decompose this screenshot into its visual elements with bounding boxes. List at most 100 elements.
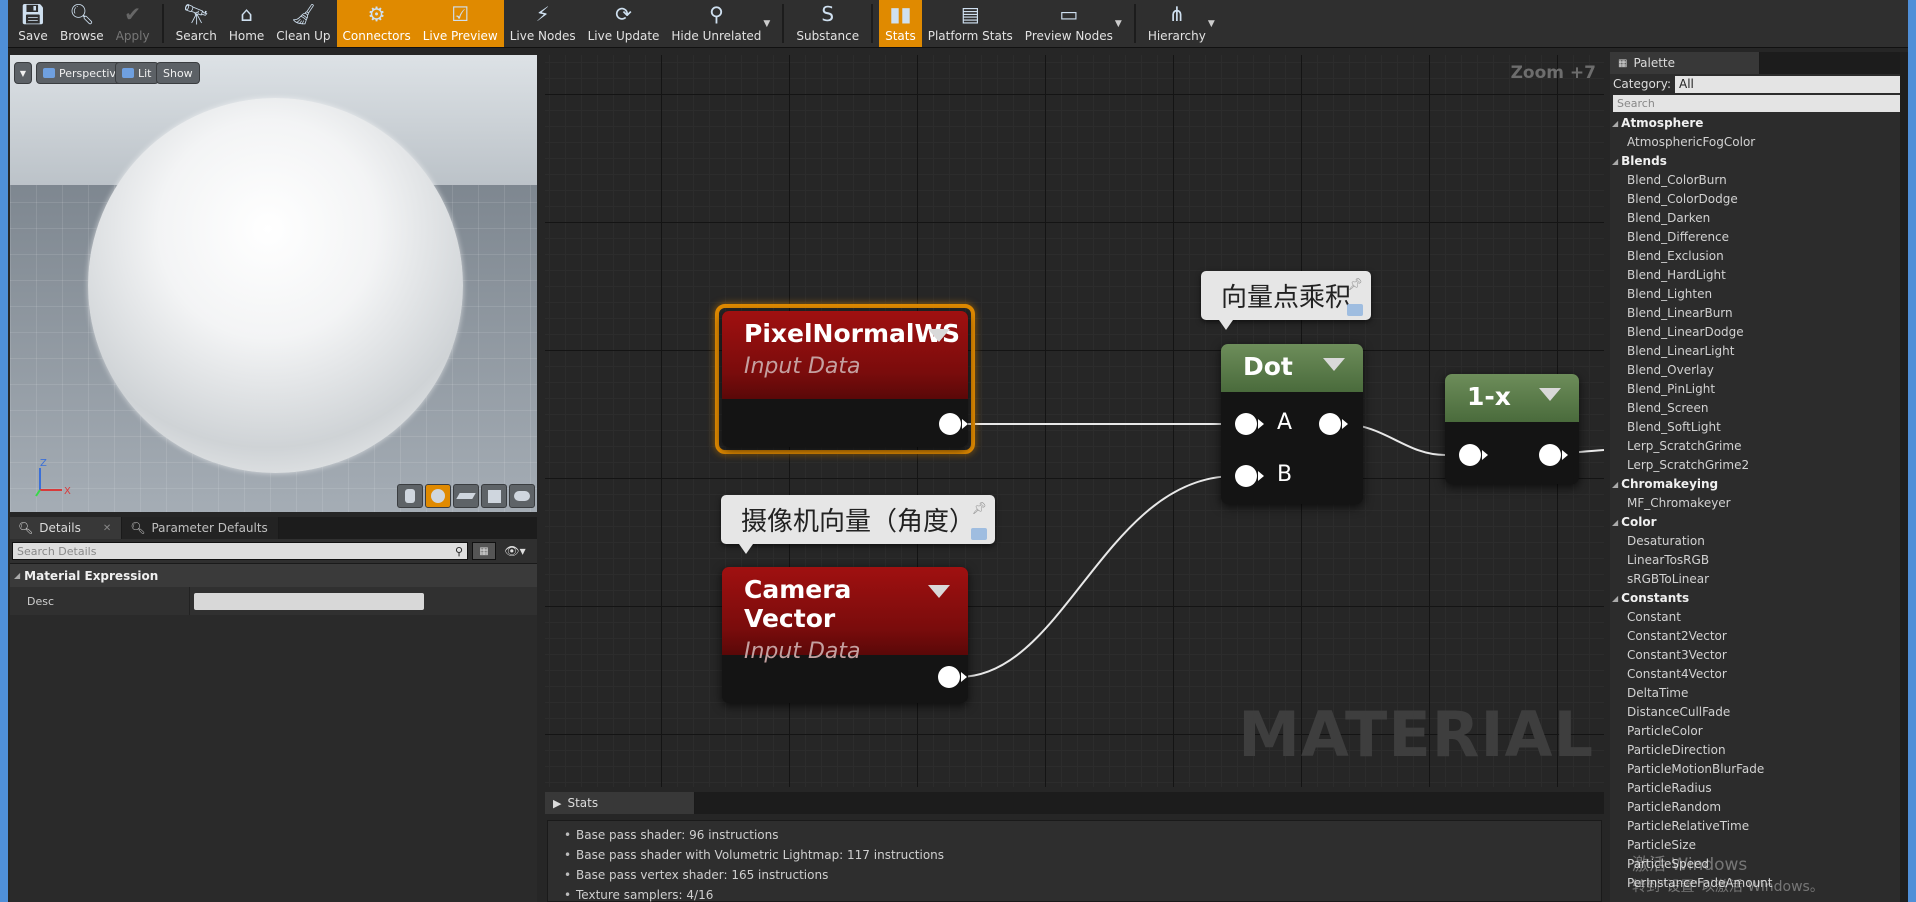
eye-icon[interactable]: 👁︎▾ bbox=[500, 542, 530, 560]
palette-item[interactable]: ParticleRandom bbox=[1612, 798, 1908, 817]
node-pixelnormalws[interactable]: PixelNormalWS Input Data bbox=[722, 311, 968, 447]
input-pin-b[interactable] bbox=[1235, 465, 1264, 487]
tab-palette[interactable]: ▦ Palette bbox=[1610, 52, 1760, 74]
search-button[interactable]: 🔭︎ Search bbox=[170, 0, 223, 47]
palette-item[interactable]: Blend_LinearBurn bbox=[1612, 304, 1908, 323]
palette-item[interactable]: Lerp_ScratchGrime bbox=[1612, 437, 1908, 456]
pin-icon[interactable]: 📌︎ bbox=[1348, 277, 1363, 291]
node-camera-vector[interactable]: Camera Vector Input Data bbox=[722, 567, 968, 703]
grid-view-icon[interactable]: ▦ bbox=[472, 542, 496, 560]
toolbar: 💾︎ Save 🔍︎ Browse ✔ Apply 🔭︎ Search ⌂ Home 🧹︎ Clean… bbox=[8, 0, 1908, 48]
palette-item[interactable]: Blend_LinearDodge bbox=[1612, 323, 1908, 342]
tab-parameter-defaults[interactable]: 🔍︎ Parameter Defaults bbox=[122, 517, 279, 539]
cube-shape-button[interactable] bbox=[481, 484, 507, 508]
property-desc-input[interactable] bbox=[194, 592, 424, 610]
comment-camera-vector[interactable]: 摄像机向量（角度） 📌︎ bbox=[721, 495, 996, 554]
output-pin[interactable] bbox=[938, 666, 967, 688]
stats-tabbar: ▶ Stats bbox=[545, 792, 1604, 814]
palette-item[interactable]: ParticleDirection bbox=[1612, 741, 1908, 760]
palette-item[interactable]: DeltaTime bbox=[1612, 684, 1908, 703]
palette-item[interactable]: Constant3Vector bbox=[1612, 646, 1908, 665]
palette-item[interactable]: ParticleRadius bbox=[1612, 779, 1908, 798]
preview-viewport[interactable]: ▼ Perspective Lit Show Z X bbox=[10, 55, 537, 512]
collapse-arrow-icon[interactable] bbox=[928, 585, 950, 598]
save-button[interactable]: 💾︎ Save bbox=[12, 0, 54, 47]
custom-mesh-button[interactable] bbox=[509, 484, 535, 508]
substance-button[interactable]: S Substance bbox=[790, 0, 865, 47]
palette-item[interactable]: Constant4Vector bbox=[1612, 665, 1908, 684]
palette-item[interactable]: Blend_Screen bbox=[1612, 399, 1908, 418]
tab-stats[interactable]: ▶ Stats bbox=[545, 792, 695, 814]
viewport-options-dropdown[interactable]: ▼ bbox=[14, 62, 32, 84]
stats-button[interactable]: ▮▮ Stats bbox=[879, 0, 922, 47]
palette-category[interactable]: Constants bbox=[1612, 589, 1908, 608]
hide-unrelated-button[interactable]: ⚲ Hide Unrelated bbox=[665, 0, 767, 47]
palette-item[interactable]: ParticleColor bbox=[1612, 722, 1908, 741]
palette-search-input[interactable]: Search bbox=[1613, 95, 1908, 112]
palette-item[interactable]: Constant bbox=[1612, 608, 1908, 627]
palette-item[interactable]: Lerp_ScratchGrime2 bbox=[1612, 456, 1908, 475]
material-graph-canvas[interactable]: Zoom +7 MATERIAL 向量点乘积 📌︎ 摄像机向量（角度） 📌︎ P… bbox=[545, 55, 1604, 787]
collapse-arrow-icon[interactable] bbox=[928, 329, 950, 342]
palette-item[interactable]: Blend_ColorBurn bbox=[1612, 171, 1908, 190]
comment-dot-product[interactable]: 向量点乘积 📌︎ bbox=[1201, 271, 1372, 330]
hierarchy-button[interactable]: ⋔ Hierarchy bbox=[1142, 0, 1212, 47]
stats-icon: ▶ bbox=[553, 796, 562, 810]
collapse-arrow-icon[interactable] bbox=[1539, 388, 1561, 401]
palette-category[interactable]: Chromakeying bbox=[1612, 475, 1908, 494]
palette-item[interactable]: Blend_Lighten bbox=[1612, 285, 1908, 304]
palette-item[interactable]: Blend_Exclusion bbox=[1612, 247, 1908, 266]
close-icon[interactable]: ✕ bbox=[103, 523, 111, 534]
tab-details[interactable]: 🔍︎ Details ✕ bbox=[10, 517, 123, 539]
palette-category[interactable]: Atmosphere bbox=[1612, 114, 1908, 133]
details-search-input[interactable]: Search Details ⚲ bbox=[12, 542, 468, 560]
palette-category[interactable]: Color bbox=[1612, 513, 1908, 532]
pin-icon[interactable]: 📌︎ bbox=[972, 501, 987, 515]
category-select[interactable]: All bbox=[1674, 75, 1908, 93]
palette-item[interactable]: sRGBToLinear bbox=[1612, 570, 1908, 589]
collapse-arrow-icon[interactable] bbox=[1323, 358, 1345, 371]
browse-button[interactable]: 🔍︎ Browse bbox=[54, 0, 110, 47]
vertical-scrollbar[interactable] bbox=[1900, 52, 1908, 902]
palette-item[interactable]: LinearTosRGB bbox=[1612, 551, 1908, 570]
input-pin[interactable] bbox=[1459, 444, 1488, 466]
output-pin[interactable] bbox=[939, 413, 968, 435]
category-material-expression[interactable]: ◢ Material Expression bbox=[10, 563, 537, 587]
input-pin-a[interactable] bbox=[1235, 413, 1264, 435]
connectors-button[interactable]: ⚙ Connectors bbox=[336, 0, 417, 47]
output-pin[interactable] bbox=[1319, 413, 1348, 435]
palette-category[interactable]: Blends bbox=[1612, 152, 1908, 171]
palette-item[interactable]: Blend_Overlay bbox=[1612, 361, 1908, 380]
palette-item[interactable]: ParticleMotionBlurFade bbox=[1612, 760, 1908, 779]
preview-nodes-button[interactable]: ▭ Preview Nodes bbox=[1019, 0, 1119, 47]
live-preview-button[interactable]: ☑ Live Preview bbox=[416, 0, 504, 47]
palette-item[interactable]: Blend_Difference bbox=[1612, 228, 1908, 247]
palette-item[interactable]: Blend_HardLight bbox=[1612, 266, 1908, 285]
output-pin[interactable] bbox=[1539, 444, 1568, 466]
palette-item[interactable]: Blend_ColorDodge bbox=[1612, 190, 1908, 209]
palette-item[interactable]: Blend_Darken bbox=[1612, 209, 1908, 228]
apply-button[interactable]: ✔ Apply bbox=[110, 0, 156, 47]
platform-stats-button[interactable]: ▤ Platform Stats bbox=[922, 0, 1019, 47]
plane-shape-button[interactable] bbox=[453, 484, 479, 508]
clean-up-button[interactable]: 🧹︎ Clean Up bbox=[270, 0, 336, 47]
palette-item[interactable]: Blend_LinearLight bbox=[1612, 342, 1908, 361]
palette-item[interactable]: ParticleRelativeTime bbox=[1612, 817, 1908, 836]
show-button[interactable]: Show bbox=[156, 62, 200, 84]
palette-item[interactable]: AtmosphericFogColor bbox=[1612, 133, 1908, 152]
lit-button[interactable]: Lit bbox=[115, 62, 159, 84]
palette-item[interactable]: Constant2Vector bbox=[1612, 627, 1908, 646]
palette-item[interactable]: MF_Chromakeyer bbox=[1612, 494, 1908, 513]
home-button[interactable]: ⌂ Home bbox=[223, 0, 270, 47]
node-one-minus[interactable]: 1-x bbox=[1445, 374, 1579, 484]
palette-item[interactable]: DistanceCullFade bbox=[1612, 703, 1908, 722]
live-nodes-button[interactable]: ⚡︎ Live Nodes bbox=[504, 0, 582, 47]
node-dot[interactable]: Dot A B bbox=[1221, 344, 1363, 504]
live-update-button[interactable]: ⟳ Live Update bbox=[582, 0, 666, 47]
palette-item[interactable]: Blend_SoftLight bbox=[1612, 418, 1908, 437]
cylinder-shape-button[interactable] bbox=[397, 484, 423, 508]
palette-item[interactable]: Blend_PinLight bbox=[1612, 380, 1908, 399]
sphere-shape-button[interactable] bbox=[425, 484, 451, 508]
palette-item[interactable]: Desaturation bbox=[1612, 532, 1908, 551]
substance-icon: S bbox=[821, 1, 835, 26]
